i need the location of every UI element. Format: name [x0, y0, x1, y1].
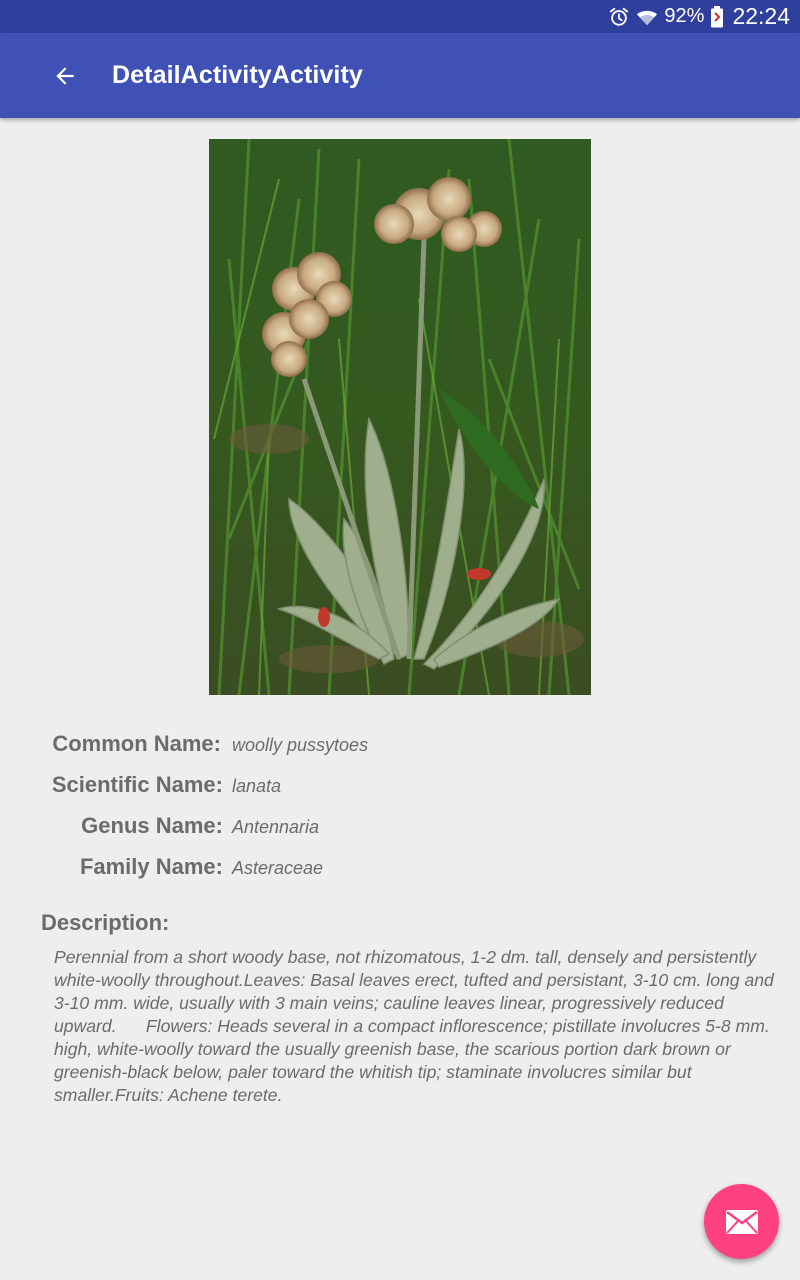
family-name-label: Family Name:	[79, 854, 223, 879]
scientific-name-label: Scientific Name:	[51, 772, 223, 797]
battery-icon	[711, 5, 724, 27]
common-name-label: Common Name:	[52, 731, 221, 756]
clock-time: 22:24	[732, 3, 790, 29]
plant-photo	[209, 139, 591, 695]
description-text: Perennial from a short woody base, not r…	[54, 947, 779, 1105]
genus-name-value: Antennaria	[232, 817, 320, 837]
wifi-icon	[637, 10, 658, 25]
genus-name-label: Genus Name:	[81, 813, 223, 838]
page-title: DetailActivityActivity	[112, 61, 363, 89]
alarm-icon	[610, 7, 629, 26]
arrow-back-icon	[56, 67, 74, 85]
common-name-value: woolly pussytoes	[232, 735, 369, 755]
app-bar: DetailActivityActivity	[0, 33, 800, 118]
back-button[interactable]	[40, 51, 90, 101]
battery-percent: 92%	[664, 5, 705, 27]
family-name-value: Asteraceae	[232, 858, 324, 878]
plant-photo-illustration	[209, 139, 591, 695]
mail-icon	[725, 1209, 758, 1234]
description-label: Description:	[41, 910, 170, 935]
status-icons: 92% 22:24	[608, 0, 790, 33]
scientific-name-value: lanata	[232, 776, 282, 796]
status-bar: 92% 22:24	[0, 0, 800, 33]
email-fab-button[interactable]	[704, 1184, 779, 1259]
